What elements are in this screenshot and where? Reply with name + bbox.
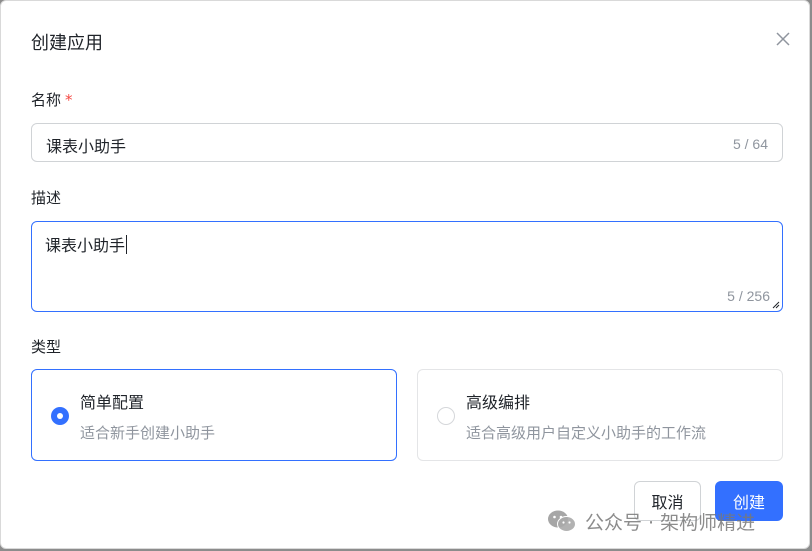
resize-handle-icon[interactable] <box>771 300 780 309</box>
type-option-title: 高级编排 <box>466 393 531 412</box>
description-text: 课表小助手 <box>45 236 126 255</box>
name-input[interactable]: 课表小助手 5 / 64 <box>31 123 783 162</box>
type-option-description: 适合高级用户自定义小助手的工作流 <box>466 424 707 442</box>
description-textarea[interactable]: 课表小助手 5 / 256 <box>31 221 783 312</box>
description-label: 描述 <box>31 189 62 207</box>
cancel-button[interactable]: 取消 <box>634 481 701 521</box>
close-icon[interactable] <box>773 29 793 49</box>
name-char-counter: 5 / 64 <box>732 136 768 152</box>
description-textarea-value: 课表小助手 <box>45 232 128 256</box>
type-option-advanced[interactable]: 高级编排 适合高级用户自定义小助手的工作流 <box>417 369 783 461</box>
name-label: 名称 * <box>31 89 73 110</box>
required-mark: * <box>65 91 73 109</box>
radio-selected-icon[interactable] <box>51 407 69 425</box>
type-option-title: 简单配置 <box>80 393 145 412</box>
dialog-title: 创建应用 <box>31 33 103 54</box>
text-caret <box>126 235 128 254</box>
type-label: 类型 <box>31 338 62 356</box>
type-option-simple[interactable]: 简单配置 适合新手创建小助手 <box>31 369 397 461</box>
radio-unselected-icon[interactable] <box>437 407 455 425</box>
type-option-description: 适合新手创建小助手 <box>80 424 216 442</box>
create-button[interactable]: 创建 <box>715 481 783 521</box>
wechat-icon <box>548 510 576 532</box>
name-input-value: 课表小助手 <box>46 137 127 156</box>
name-label-text: 名称 <box>31 91 62 109</box>
create-app-dialog: 创建应用 名称 * 课表小助手 5 / 64 描述 课表小助手 5 / 256 类… <box>0 0 810 549</box>
description-char-counter: 5 / 256 <box>727 288 770 304</box>
